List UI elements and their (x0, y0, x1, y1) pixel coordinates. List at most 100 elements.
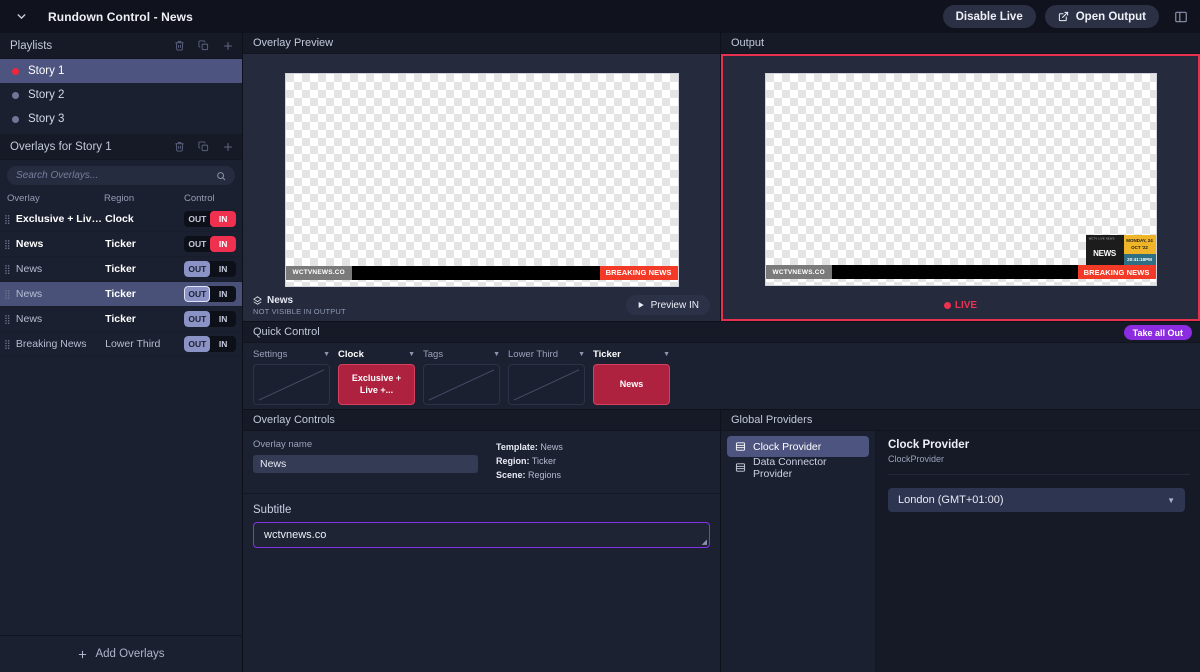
table-row[interactable]: ⣿ News Ticker OUT IN (0, 232, 242, 257)
quick-column-label[interactable]: Ticker ▼ (593, 349, 670, 360)
preview-canvas[interactable]: WCTVNEWS.CO BREAKING NEWS (284, 72, 679, 287)
in-button[interactable]: IN (210, 236, 236, 252)
quick-card[interactable] (508, 364, 585, 405)
search-input[interactable] (16, 170, 216, 181)
empty-slot-icon (428, 369, 495, 401)
resize-handle-icon[interactable]: ◢ (702, 538, 707, 546)
titlebar-actions: Disable Live Open Output (942, 5, 1192, 28)
plus-icon[interactable] (222, 141, 234, 153)
out-button[interactable]: OUT (184, 311, 211, 327)
output-header: Output (721, 33, 1200, 54)
output-video-wrap: WCTV LIVE NEWS NEWS MONDAY, 24 OCT '22 2… (721, 54, 1200, 289)
drag-handle-icon[interactable]: ⣿ (4, 214, 16, 223)
table-row[interactable]: ⣿ News Ticker OUT IN (0, 257, 242, 282)
chevron-down-icon[interactable]: ▼ (1167, 496, 1175, 505)
out-button[interactable]: OUT (184, 261, 211, 277)
drag-handle-icon[interactable]: ⣿ (4, 239, 16, 248)
overlay-region: Ticker (105, 313, 136, 325)
left-sidebar: Playlists Story 1 Story 2 Story 3 Overla… (0, 33, 243, 672)
subtitle-field[interactable]: ◢ (253, 521, 710, 548)
out-button[interactable]: OUT (184, 336, 211, 352)
preview-video-wrap: WCTVNEWS.CO BREAKING NEWS (243, 54, 720, 289)
duplicate-icon[interactable] (198, 40, 209, 51)
drag-handle-icon[interactable]: ⣿ (4, 314, 16, 323)
overlay-search[interactable] (7, 166, 235, 185)
drag-handle-icon[interactable]: ⣿ (4, 264, 16, 273)
add-overlays-button[interactable]: Add Overlays (0, 635, 242, 672)
preview-overlay-name: News (267, 294, 294, 306)
provider-item-data-connector[interactable]: Data Connector Provider (727, 456, 869, 480)
preview-in-button[interactable]: Preview IN (625, 295, 710, 315)
plus-icon (77, 649, 88, 660)
quick-column-label[interactable]: Settings ▼ (253, 349, 330, 360)
playlists-title: Playlists (10, 39, 53, 52)
quick-control-body: Settings ▼ Clock ▼ Exclusive + Live +... (243, 343, 1200, 409)
open-output-button[interactable]: Open Output (1044, 5, 1159, 28)
output-clock-graphic: WCTV LIVE NEWS NEWS MONDAY, 24 OCT '22 2… (1085, 235, 1156, 265)
timezone-select[interactable]: London (GMT+01:00) ▼ (888, 488, 1185, 512)
provider-detail-title: Clock Provider (888, 439, 970, 451)
search-icon (216, 171, 226, 181)
chevron-down-icon[interactable]: ▼ (663, 351, 670, 358)
in-button[interactable]: IN (210, 261, 236, 277)
in-button[interactable]: IN (210, 211, 236, 227)
playlist-item[interactable]: Story 3 (0, 107, 242, 131)
chevron-down-icon[interactable]: ▼ (408, 351, 415, 358)
in-button[interactable]: IN (210, 336, 236, 352)
clock-time: 20:41:18PM (1123, 254, 1156, 265)
chevron-down-icon[interactable]: ▼ (493, 351, 500, 358)
out-button[interactable]: OUT (184, 286, 211, 302)
overlay-controls-filler (243, 547, 720, 672)
quick-card[interactable]: Exclusive + Live +... (338, 364, 415, 405)
subtitle-input[interactable] (264, 528, 699, 541)
quick-card[interactable] (423, 364, 500, 405)
duplicate-icon[interactable] (198, 141, 209, 152)
in-out-toggle[interactable]: OUT IN (184, 286, 236, 302)
quick-column-label[interactable]: Clock ▼ (338, 349, 415, 360)
overlays-tools (174, 141, 234, 153)
overlay-name-input[interactable] (253, 455, 478, 473)
quick-column-label[interactable]: Lower Third ▼ (508, 349, 585, 360)
quick-card[interactable]: News (593, 364, 670, 405)
in-out-toggle[interactable]: OUT IN (184, 336, 236, 352)
database-icon (735, 462, 746, 473)
in-out-toggle[interactable]: OUT IN (184, 236, 236, 252)
main-area: Overlay Preview WCTVNEWS.CO BREAKING NEW… (243, 33, 1200, 672)
in-button[interactable]: IN (210, 311, 236, 327)
drag-handle-icon[interactable]: ⣿ (4, 289, 16, 298)
provider-item-clock[interactable]: Clock Provider (727, 436, 869, 457)
playlist-item[interactable]: Story 1 (0, 59, 242, 83)
playlists-tools (174, 40, 234, 52)
quick-column-label[interactable]: Tags ▼ (423, 349, 500, 360)
output-canvas[interactable]: WCTV LIVE NEWS NEWS MONDAY, 24 OCT '22 2… (764, 73, 1157, 286)
database-icon (735, 441, 746, 452)
out-button[interactable]: OUT (184, 211, 210, 227)
table-row[interactable]: ⣿ Breaking News Lower Third OUT IN (0, 332, 242, 357)
drag-handle-icon[interactable]: ⣿ (4, 339, 16, 348)
in-out-toggle[interactable]: OUT IN (184, 211, 236, 227)
meta-scene: Scene: Regions (496, 469, 563, 483)
empty-slot-icon (258, 369, 325, 401)
chevron-down-icon[interactable] (8, 6, 34, 28)
overlay-table-header: Overlay Region Control (0, 190, 242, 207)
chevron-down-icon[interactable]: ▼ (323, 351, 330, 358)
trash-icon[interactable] (174, 40, 185, 51)
panel-layout-icon[interactable] (1170, 6, 1192, 28)
in-button[interactable]: IN (210, 286, 236, 302)
out-button[interactable]: OUT (184, 236, 210, 252)
trash-icon[interactable] (174, 141, 185, 152)
in-out-toggle[interactable]: OUT IN (184, 311, 236, 327)
quick-column-clock: Clock ▼ Exclusive + Live +... (338, 349, 415, 409)
app-body: Playlists Story 1 Story 2 Story 3 Overla… (0, 33, 1200, 672)
meta-region-value: Ticker (531, 455, 557, 466)
table-row[interactable]: ⣿ News Ticker OUT IN (0, 282, 242, 307)
chevron-down-icon[interactable]: ▼ (578, 351, 585, 358)
playlist-item[interactable]: Story 2 (0, 83, 242, 107)
table-row[interactable]: ⣿ News Ticker OUT IN (0, 307, 242, 332)
quick-card[interactable] (253, 364, 330, 405)
disable-live-button[interactable]: Disable Live (942, 5, 1036, 28)
table-row[interactable]: ⣿ Exclusive + Live ... Clock OUT IN (0, 207, 242, 232)
take-all-out-button[interactable]: Take all Out (1123, 325, 1192, 340)
plus-icon[interactable] (222, 40, 234, 52)
in-out-toggle[interactable]: OUT IN (184, 261, 236, 277)
